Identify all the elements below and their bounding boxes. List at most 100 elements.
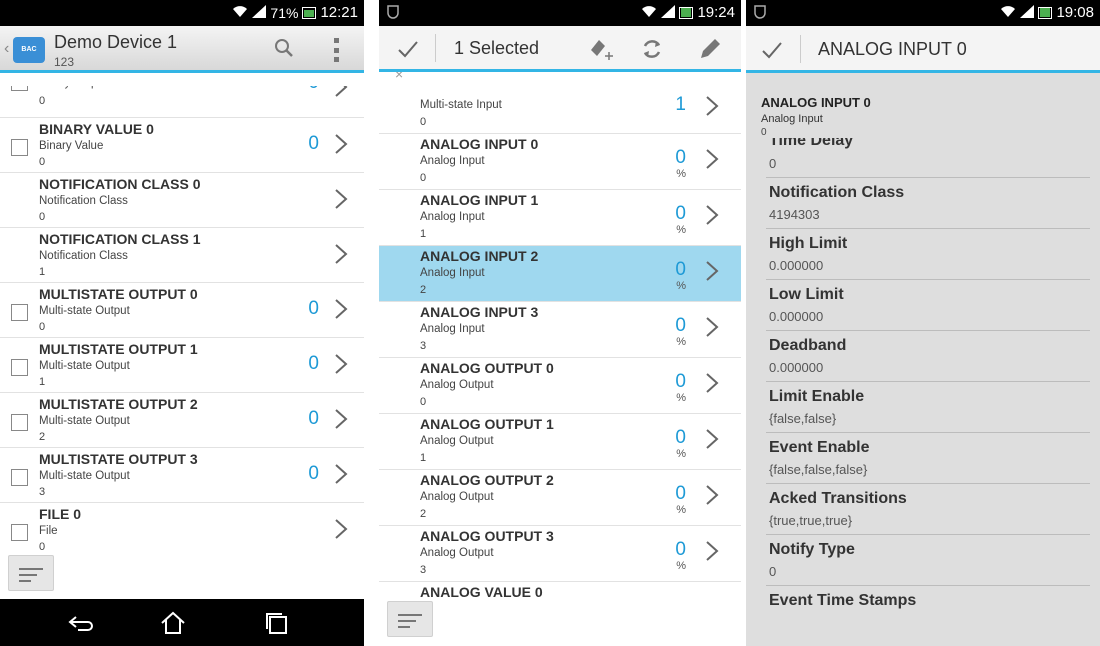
property-row[interactable]: Event Enable {false,false,false} <box>766 433 1090 484</box>
object-list: Binary Output 0 0 BINARY VALUE 0 Binary V… <box>0 86 364 551</box>
list-item[interactable]: ANALOG INPUT 0 Analog Input 0 0% <box>379 134 741 190</box>
chevron-right-icon[interactable] <box>705 95 719 117</box>
checkbox[interactable] <box>11 469 28 486</box>
present-value: 0 <box>675 539 686 560</box>
chevron-right-icon[interactable] <box>705 316 719 338</box>
property-row[interactable]: High Limit 0.000000 <box>766 229 1090 280</box>
back-icon[interactable] <box>66 609 96 637</box>
object-instance: 3 <box>420 564 427 576</box>
property-row[interactable]: Limit Enable {false,false} <box>766 382 1090 433</box>
close-icon[interactable]: × <box>395 72 403 82</box>
list-item[interactable]: FILE 0 File 0 <box>0 503 364 551</box>
battery-icon <box>1038 6 1053 19</box>
page-title: ANALOG INPUT 0 <box>818 39 967 59</box>
checkbox[interactable] <box>11 524 28 541</box>
list-item[interactable]: ANALOG INPUT 2 Analog Input 2 0% <box>379 246 741 302</box>
list-item[interactable]: ANALOG OUTPUT 2 Analog Output 2 0% <box>379 470 741 526</box>
sort-button[interactable] <box>387 601 433 637</box>
object-name: ANALOG OUTPUT 2 <box>420 472 554 488</box>
divider <box>800 35 801 63</box>
object-name: ANALOG VALUE 0 <box>420 584 543 597</box>
chevron-right-icon[interactable] <box>334 133 348 155</box>
up-navigation-icon[interactable]: ‹ <box>4 40 9 58</box>
present-value: 0 <box>675 483 686 504</box>
recent-apps-icon[interactable] <box>262 609 292 637</box>
chevron-right-icon[interactable] <box>334 188 348 210</box>
chevron-right-icon[interactable] <box>334 408 348 430</box>
chevron-right-icon[interactable] <box>705 260 719 282</box>
checkbox[interactable] <box>11 304 28 321</box>
list-item[interactable]: ANALOG OUTPUT 3 Analog Output 3 0% <box>379 526 741 582</box>
chevron-right-icon[interactable] <box>705 484 719 506</box>
property-name: Low Limit <box>769 286 844 303</box>
list-item[interactable]: × Multi-state Input 0 1 <box>379 72 741 134</box>
chevron-right-icon[interactable] <box>334 518 348 540</box>
property-row[interactable]: Notification Class 4194303 <box>766 178 1090 229</box>
object-type: Multi-state Output <box>39 305 130 317</box>
object-instance: 0 <box>39 156 46 168</box>
object-type: Analog Input <box>420 267 485 279</box>
property-row[interactable]: Event Time Stamps <box>766 586 1090 618</box>
home-icon[interactable] <box>158 609 188 637</box>
list-item[interactable]: ANALOG INPUT 1 Analog Input 1 0% <box>379 190 741 246</box>
object-type: Notification Class <box>39 195 128 207</box>
list-item[interactable]: NOTIFICATION CLASS 1 Notification Class 1 <box>0 228 364 283</box>
chevron-right-icon[interactable] <box>705 540 719 562</box>
chevron-right-icon[interactable] <box>334 463 348 485</box>
edit-pencil-icon[interactable] <box>697 36 723 62</box>
app-icon[interactable]: BAC <box>13 37 45 63</box>
present-value: 0 <box>675 147 686 168</box>
screen-object-detail: 19:08 ANALOG INPUT 0 ANALOG INPUT 0 Anal… <box>746 0 1100 646</box>
chevron-right-icon[interactable] <box>334 353 348 375</box>
property-row[interactable]: Notify Type 0 <box>766 535 1090 586</box>
chevron-right-icon[interactable] <box>334 243 348 265</box>
property-row[interactable]: Time Delay 0 <box>766 138 1090 178</box>
chevron-right-icon[interactable] <box>334 298 348 320</box>
divider <box>435 34 436 62</box>
property-name: Notify Type <box>769 541 855 558</box>
list-item[interactable]: ANALOG INPUT 3 Analog Input 3 0% <box>379 302 741 358</box>
checkbox[interactable] <box>11 86 28 91</box>
chevron-right-icon[interactable] <box>705 428 719 450</box>
list-item[interactable]: MULTISTATE OUTPUT 3 Multi-state Output 3 0 <box>0 448 364 503</box>
chevron-right-icon[interactable] <box>705 204 719 226</box>
contextual-action-bar: 1 Selected <box>379 26 741 72</box>
object-name: ANALOG INPUT 0 <box>420 136 539 152</box>
property-name: Deadband <box>769 337 847 354</box>
chevron-right-icon[interactable] <box>705 372 719 394</box>
overflow-menu-icon[interactable] <box>334 38 340 62</box>
list-item[interactable]: ANALOG OUTPUT 1 Analog Output 1 0% <box>379 414 741 470</box>
list-item[interactable]: BINARY VALUE 0 Binary Value 0 0 <box>0 118 364 173</box>
checkbox[interactable] <box>11 414 28 431</box>
list-item[interactable]: Binary Output 0 0 <box>0 86 364 118</box>
checkbox[interactable] <box>11 139 28 156</box>
object-name: ANALOG INPUT 3 <box>420 304 539 320</box>
search-icon[interactable] <box>272 36 296 60</box>
signal-icon <box>661 4 676 21</box>
property-row[interactable]: Deadband 0.000000 <box>766 331 1090 382</box>
clock: 19:24 <box>697 4 735 21</box>
list-item[interactable]: MULTISTATE OUTPUT 1 Multi-state Output 1 0 <box>0 338 364 393</box>
present-value: 0 <box>308 353 319 374</box>
done-check-icon[interactable] <box>397 38 419 60</box>
list-item[interactable]: NOTIFICATION CLASS 0 Notification Class 0 <box>0 173 364 228</box>
present-value: 0 <box>308 86 319 94</box>
refresh-icon[interactable] <box>639 36 665 62</box>
done-check-icon[interactable] <box>761 39 783 61</box>
list-item[interactable]: ANALOG VALUE 0 <box>379 582 741 597</box>
status-bar: 19:24 <box>379 0 741 26</box>
object-type: Analog Output <box>420 379 494 391</box>
property-row[interactable]: Low Limit 0.000000 <box>766 280 1090 331</box>
list-item[interactable]: MULTISTATE OUTPUT 2 Multi-state Output 2 0 <box>0 393 364 448</box>
object-instance: 1 <box>420 452 427 464</box>
value-unit: % <box>676 392 686 404</box>
list-item[interactable]: ANALOG OUTPUT 0 Analog Output 0 0% <box>379 358 741 414</box>
object-name: ANALOG INPUT 1 <box>420 192 539 208</box>
checkbox[interactable] <box>11 359 28 376</box>
sort-button[interactable] <box>8 555 54 591</box>
list-item[interactable]: MULTISTATE OUTPUT 0 Multi-state Output 0 0 <box>0 283 364 338</box>
chevron-right-icon[interactable] <box>334 86 348 98</box>
chevron-right-icon[interactable] <box>705 148 719 170</box>
tag-add-icon[interactable] <box>587 36 613 62</box>
property-row[interactable]: Acked Transitions {true,true,true} <box>766 484 1090 535</box>
